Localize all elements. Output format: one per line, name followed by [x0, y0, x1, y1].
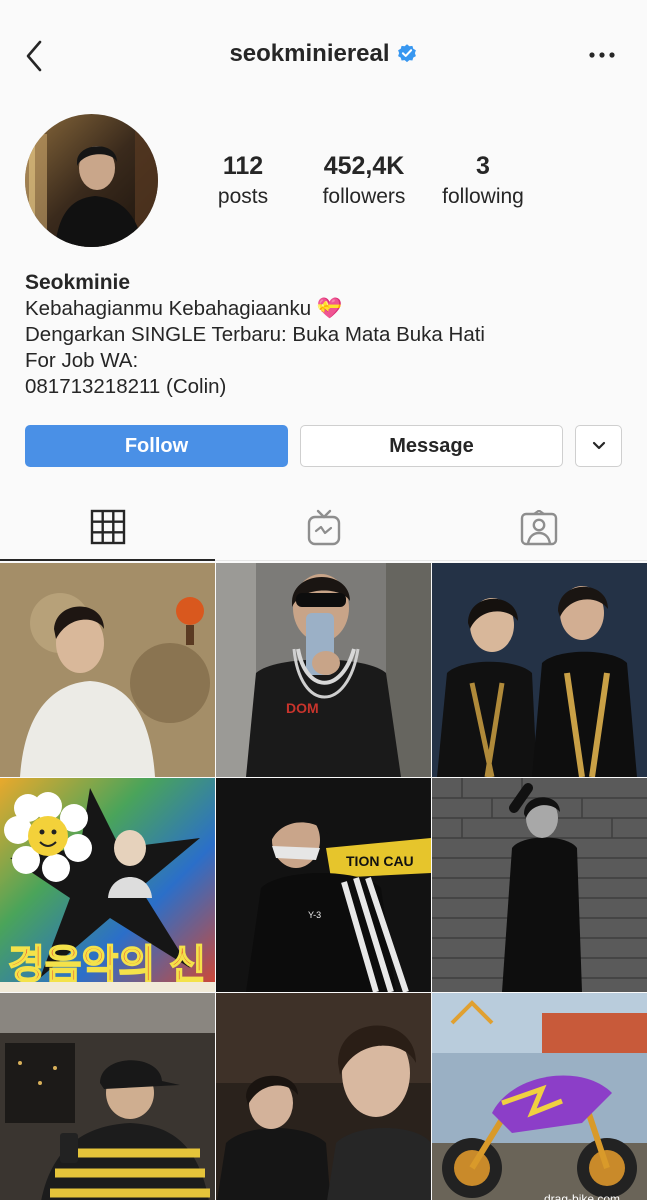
top-bar: seokminiereal: [0, 0, 647, 112]
bio-line-1-text: Kebahagianmu Kebahagiaanku: [25, 297, 312, 320]
post-tile[interactable]: TION CAU Y-3: [216, 778, 431, 992]
grid-icon: [90, 509, 125, 545]
posts-count: 112: [222, 152, 264, 180]
post-tile[interactable]: drag-bike.com: [432, 993, 647, 1200]
more-options-button[interactable]: [587, 44, 617, 64]
svg-text:Y-3: Y-3: [308, 910, 321, 920]
post-8-watermark: drag-bike.com: [544, 1192, 620, 1200]
svg-text:DOM: DOM: [286, 700, 319, 716]
display-name: Seokminie: [25, 271, 131, 294]
post-tile[interactable]: [0, 993, 215, 1200]
verified-badge-icon: [397, 44, 416, 63]
posts-stat: 112 posts: [200, 150, 286, 212]
heart-emoji-icon: 💝: [316, 297, 343, 320]
profile-bio: Seokminie Kebahagianmu Kebahagiaanku 💝 D…: [25, 270, 625, 400]
follow-button[interactable]: Follow: [25, 425, 288, 467]
profile-tabs: [0, 495, 647, 561]
bio-line-1: Kebahagianmu Kebahagiaanku 💝: [25, 296, 625, 322]
bio-line-2: Dengarkan SINGLE Terbaru: Buka Mata Buka…: [25, 323, 485, 346]
following-stat[interactable]: 3 following: [430, 150, 536, 212]
igtv-icon: [307, 509, 340, 546]
post-tile[interactable]: DOM: [216, 563, 431, 777]
suggested-dropdown-button[interactable]: [575, 425, 622, 467]
followers-label: followers: [322, 185, 406, 208]
tagged-person-icon: [520, 510, 558, 546]
posts-label: posts: [217, 185, 269, 208]
post-tile[interactable]: [0, 563, 215, 777]
profile-header-title: seokminiereal: [0, 40, 647, 68]
username: seokminiereal: [229, 40, 390, 67]
followers-stat[interactable]: 452,4K followers: [306, 150, 422, 212]
chevron-down-icon: [592, 441, 605, 450]
bio-line-3: For Job WA:: [25, 349, 139, 372]
following-label: following: [442, 185, 524, 208]
tab-grid[interactable]: [0, 495, 215, 561]
bio-line-4: 081713218211 (Colin): [25, 375, 227, 398]
svg-text:TION CAU: TION CAU: [346, 853, 414, 869]
profile-avatar[interactable]: [25, 114, 158, 247]
post-3-title: 경음악의 신: [8, 942, 206, 988]
post-tile[interactable]: 경음악의 신: [0, 778, 215, 992]
tab-igtv[interactable]: [216, 495, 431, 561]
more-horizontal-icon: [589, 52, 615, 58]
tab-tagged[interactable]: [431, 495, 647, 561]
following-count: 3: [476, 152, 490, 180]
message-button[interactable]: Message: [300, 425, 563, 467]
post-tile[interactable]: [216, 993, 431, 1200]
post-tile[interactable]: [432, 778, 647, 992]
followers-count: 452,4K: [323, 152, 405, 180]
post-tile[interactable]: [432, 563, 647, 777]
